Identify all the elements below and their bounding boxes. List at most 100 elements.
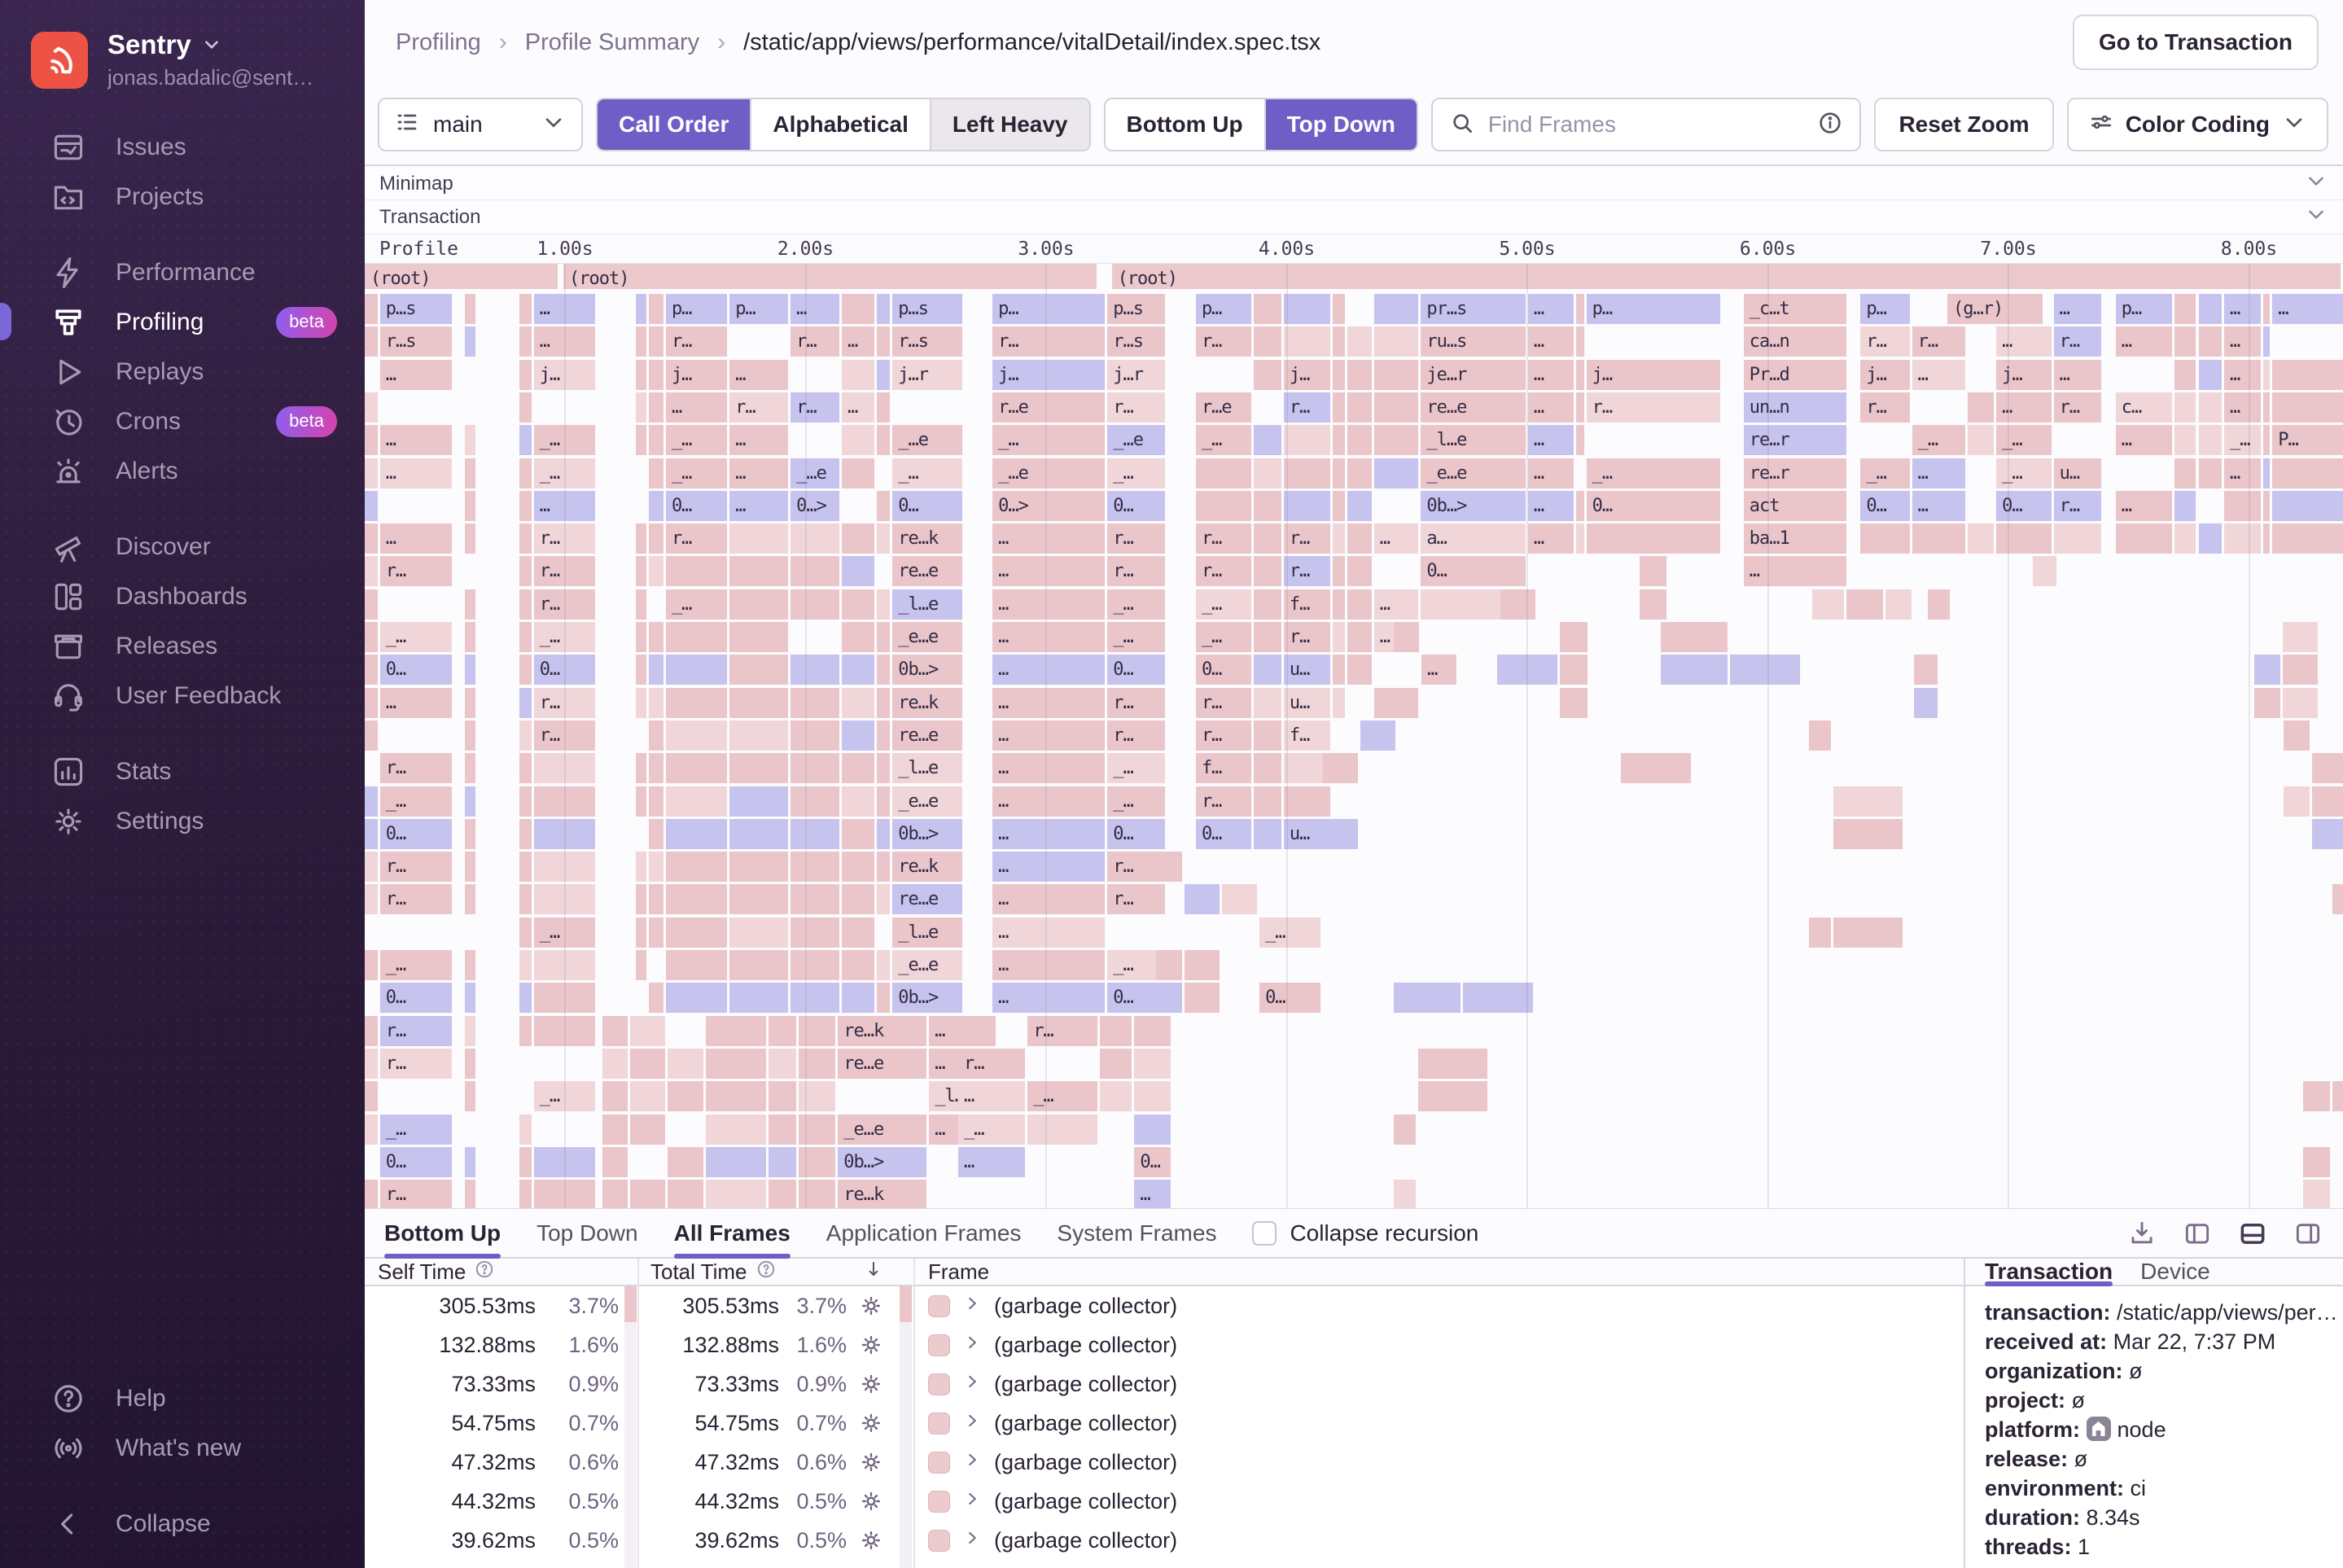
flame-frame-sliver[interactable] <box>1833 819 1903 849</box>
flame-frame-sliver[interactable] <box>1360 720 1395 751</box>
flame-frame-sliver[interactable] <box>706 1115 767 1145</box>
flame-frame-sliver[interactable] <box>465 1016 475 1046</box>
flame-frame[interactable]: … <box>1528 458 1574 488</box>
breadcrumb-item[interactable]: Profile Summary <box>525 29 699 56</box>
flame-frame[interactable]: 0b…> <box>892 983 962 1013</box>
flame-frame-sliver[interactable] <box>1394 1115 1417 1145</box>
flame-frame-sliver[interactable] <box>2263 458 2270 488</box>
flame-frame-sliver[interactable] <box>1333 655 1344 685</box>
flame-frame[interactable]: _l…e <box>892 753 962 783</box>
flame-frame[interactable]: 0… <box>892 491 962 521</box>
flame-frame-sliver[interactable] <box>636 884 646 914</box>
flame-frame-sliver[interactable] <box>1374 425 1419 455</box>
flame-frame[interactable]: … <box>992 918 1105 948</box>
flame-frame-sliver[interactable] <box>842 918 874 948</box>
frame-header[interactable]: Frame <box>928 1259 989 1285</box>
flame-frame[interactable]: _e…e <box>892 622 962 652</box>
frame-settings-gear-icon[interactable] <box>858 1410 884 1442</box>
flame-frame[interactable]: … <box>1528 360 1574 390</box>
flame-frame[interactable]: _… <box>1027 1081 1097 1111</box>
flame-frame[interactable]: _…e <box>790 458 839 488</box>
flame-frame-sliver[interactable] <box>1418 1049 1487 1079</box>
flame-frame[interactable]: 0… <box>1196 655 1251 685</box>
flame-frame-sliver[interactable] <box>2332 884 2343 914</box>
sidebar-item-settings[interactable]: Settings <box>0 796 365 846</box>
sidebar-item-releases[interactable]: Releases <box>0 621 365 671</box>
flame-frame-sliver[interactable] <box>519 458 531 488</box>
flame-frame-sliver[interactable] <box>2116 523 2173 554</box>
flame-frame[interactable]: r… <box>2054 392 2101 423</box>
flame-frame-sliver[interactable] <box>1560 655 1587 685</box>
flame-frame[interactable]: p… <box>1587 294 1720 324</box>
flame-frame[interactable]: … <box>729 360 788 390</box>
flame-frame-sliver[interactable] <box>2332 1081 2343 1111</box>
flame-frame-sliver[interactable] <box>1333 458 1344 488</box>
flame-frame[interactable]: p… <box>2116 294 2173 324</box>
sidebar-item-issues[interactable]: Issues <box>0 122 365 172</box>
flame-frame[interactable]: … <box>992 884 1105 914</box>
flame-frame-sliver[interactable] <box>1394 983 1461 1013</box>
flame-frame-sliver[interactable] <box>877 753 890 783</box>
flame-frame-sliver[interactable] <box>790 786 839 817</box>
flame-frame-sliver[interactable] <box>1347 491 1372 521</box>
flame-frame-sliver[interactable] <box>790 688 839 718</box>
flame-frame-sliver[interactable] <box>1284 491 1331 521</box>
flame-frame[interactable]: re…e <box>838 1049 926 1079</box>
frame-settings-gear-icon[interactable] <box>858 1371 884 1403</box>
flame-frame[interactable]: … <box>992 622 1105 652</box>
flame-frame-sliver[interactable] <box>649 786 663 817</box>
flame-frame-sliver[interactable] <box>666 983 727 1013</box>
flame-frame-sliver[interactable] <box>1323 819 1358 849</box>
flame-frame-sliver[interactable] <box>365 392 378 423</box>
flame-frame-sliver[interactable] <box>769 1180 795 1208</box>
flame-frame-sliver[interactable] <box>1621 753 1691 783</box>
flame-frame-sliver[interactable] <box>465 326 475 357</box>
flame-frame[interactable]: r… <box>1196 720 1251 751</box>
flame-frame-sliver[interactable] <box>706 1081 767 1111</box>
flame-frame-sliver[interactable] <box>842 819 874 849</box>
flame-frame[interactable]: … <box>729 491 788 521</box>
flame-frame-sliver[interactable] <box>2283 655 2318 685</box>
flame-frame-sliver[interactable] <box>668 1081 703 1111</box>
flame-frame[interactable]: (root) <box>563 264 1097 289</box>
flame-frame-sliver[interactable] <box>602 1147 628 1177</box>
flame-frame[interactable]: 0… <box>1107 655 1165 685</box>
flame-frame-sliver[interactable] <box>519 326 531 357</box>
flame-frame[interactable]: r… <box>1196 556 1251 586</box>
flame-frame[interactable]: r… <box>2054 326 2101 357</box>
flame-frame-sliver[interactable] <box>465 884 475 914</box>
flame-frame[interactable]: _… <box>1996 425 2052 455</box>
flame-frame-sliver[interactable] <box>729 786 788 817</box>
flame-frame-sliver[interactable] <box>1254 360 1281 390</box>
flame-frame-sliver[interactable] <box>1333 556 1344 586</box>
flame-frame-sliver[interactable] <box>465 786 475 817</box>
flame-frame[interactable]: re…e <box>892 884 962 914</box>
flame-frame-sliver[interactable] <box>769 1147 795 1177</box>
flame-frame[interactable]: _l…e <box>892 589 962 620</box>
flame-frame[interactable]: 0…> <box>790 491 839 521</box>
flame-frame-sliver[interactable] <box>636 622 646 652</box>
flame-frame[interactable]: … <box>992 688 1105 718</box>
flame-frame-sliver[interactable] <box>2303 1147 2329 1177</box>
flame-frame[interactable]: a… <box>1421 523 1525 554</box>
flame-frame[interactable]: _l…e <box>1421 425 1525 455</box>
flame-frame[interactable]: … <box>992 950 1105 980</box>
flame-frame-sliver[interactable] <box>2272 360 2343 390</box>
tab-system-frames[interactable]: System Frames <box>1057 1209 1216 1257</box>
flame-frame-sliver[interactable] <box>1846 589 1883 620</box>
flame-frame-sliver[interactable] <box>729 655 788 685</box>
flame-frame-sliver[interactable] <box>519 918 531 948</box>
flame-frame-sliver[interactable] <box>1100 1016 1132 1046</box>
segment-top-down[interactable]: Top Down <box>1266 99 1417 150</box>
flame-frame-sliver[interactable] <box>2174 360 2196 390</box>
flame-frame-sliver[interactable] <box>636 294 646 324</box>
flame-frame-sliver[interactable] <box>877 294 890 324</box>
flame-frame[interactable]: 0… <box>1996 491 2052 521</box>
flame-frame-sliver[interactable] <box>666 622 727 652</box>
flame-frame[interactable]: … <box>380 688 452 718</box>
flame-frame[interactable]: p…s <box>892 294 962 324</box>
flame-frame-sliver[interactable] <box>1968 425 1995 455</box>
flame-frame-sliver[interactable] <box>636 918 646 948</box>
flame-frame[interactable]: r…s <box>380 326 452 357</box>
flame-frame-sliver[interactable] <box>1284 294 1331 324</box>
